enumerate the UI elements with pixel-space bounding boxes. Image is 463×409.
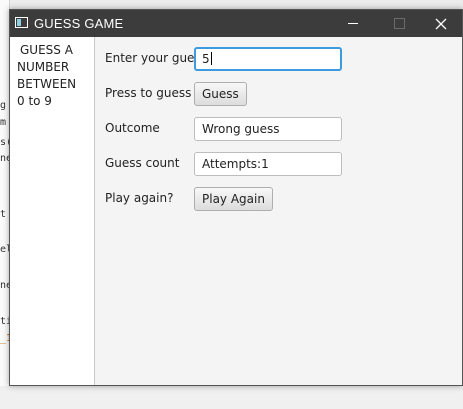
minimize-button[interactable] — [330, 10, 376, 37]
window-title: GUESS GAME — [34, 16, 124, 31]
title-bar[interactable]: GUESS GAME — [10, 10, 462, 37]
close-icon — [435, 18, 447, 29]
play-again-button[interactable]: Play Again — [194, 187, 273, 211]
press-label: Press to guess — [105, 86, 192, 100]
background-fragment: t — [0, 209, 7, 220]
guess-game-window: GUESS GAME GUESS A NUMBER BETWEEN 0 to 9… — [9, 9, 463, 386]
play-again-label: Play again? — [105, 191, 174, 205]
text-caret — [210, 52, 212, 65]
count-field[interactable]: Attempts:1 — [194, 152, 342, 176]
outcome-label: Outcome — [105, 121, 160, 135]
background-divider — [0, 386, 463, 409]
background-toolbar — [9, 0, 463, 9]
instructions-line: GUESS A — [20, 43, 73, 57]
maximize-icon — [393, 18, 405, 29]
window-content: GUESS A NUMBER BETWEEN 0 to 9 Enter your… — [10, 37, 462, 385]
guess-input[interactable]: 5 — [194, 47, 342, 71]
background-fragment: m — [0, 117, 7, 128]
count-label: Guess count — [105, 156, 180, 170]
outcome-field[interactable]: Wrong guess — [194, 117, 342, 141]
close-button[interactable] — [420, 10, 462, 37]
guess-button[interactable]: Guess — [194, 82, 247, 106]
maximize-button[interactable] — [376, 10, 422, 37]
background-fragment: g — [0, 100, 7, 111]
guess-label: Enter your guess — [105, 51, 207, 65]
guess-input-value: 5 — [202, 52, 210, 66]
instructions-line: NUMBER — [17, 60, 70, 74]
minimize-icon — [348, 23, 358, 24]
instructions-line: 0 to 9 — [17, 94, 52, 108]
app-window-icon — [15, 17, 28, 28]
instructions-line: BETWEEN — [17, 77, 77, 91]
instructions-panel: GUESS A NUMBER BETWEEN 0 to 9 — [10, 37, 95, 385]
